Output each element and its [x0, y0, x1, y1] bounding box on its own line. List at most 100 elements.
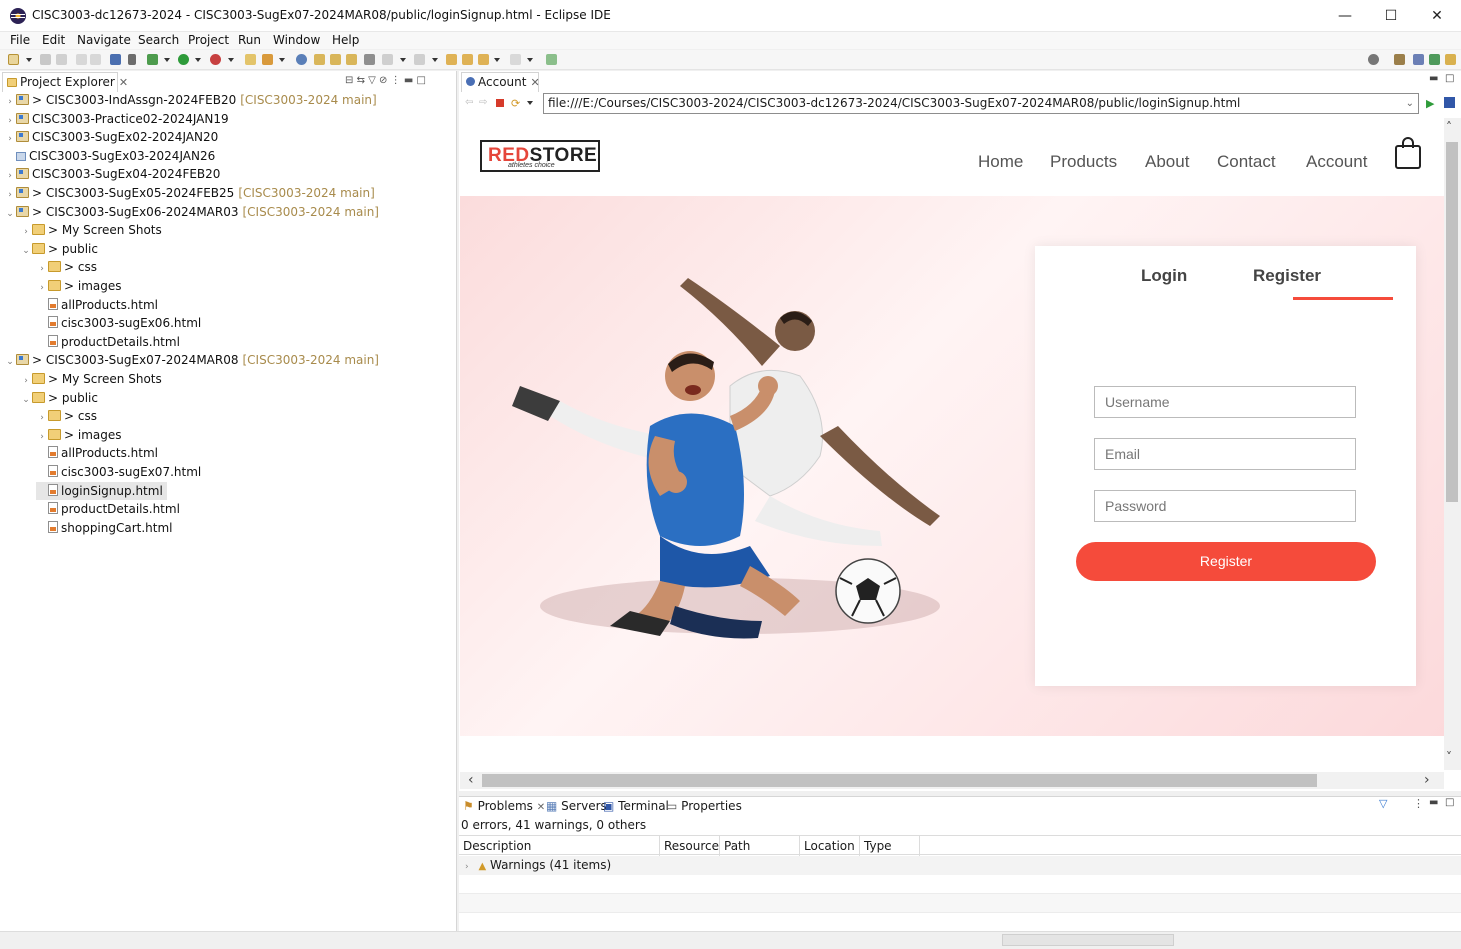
java-perspective-icon[interactable]: [1445, 54, 1456, 65]
open-task-icon[interactable]: [262, 54, 273, 65]
new-icon[interactable]: [8, 54, 19, 65]
horizontal-scrollbar[interactable]: ‹ ›: [460, 772, 1444, 789]
tab-problems[interactable]: ⚑ Problems ✕: [463, 799, 545, 813]
tree-item[interactable]: ⌄ > CISC3003-SugEx07-2024MAR08 [CISC3003-2…: [4, 351, 379, 369]
external-browser-icon[interactable]: [1444, 97, 1455, 108]
chevron-right-icon[interactable]: ›: [36, 279, 48, 297]
dropdown-arrow-icon[interactable]: [228, 58, 234, 62]
chevron-right-icon[interactable]: ›: [20, 223, 32, 241]
chevron-down-icon[interactable]: ⌄: [4, 353, 16, 371]
nav-home[interactable]: Home: [978, 152, 1023, 172]
dropdown-arrow-icon[interactable]: [195, 58, 201, 62]
tree-item[interactable]: › > CISC3003-SugEx05-2024FEB25 [CISC3003-2…: [4, 184, 375, 202]
tree-item[interactable]: ⌄ > CISC3003-SugEx06-2024MAR03 [CISC3003-2…: [4, 203, 379, 221]
dropdown-arrow-icon[interactable]: [400, 58, 406, 62]
redstore-logo[interactable]: REDSTORE athletes choice: [480, 140, 600, 172]
chevron-down-icon[interactable]: ⌄: [4, 205, 16, 223]
tab-register[interactable]: Register: [1253, 266, 1321, 286]
scroll-up-icon[interactable]: ˄: [1446, 120, 1452, 134]
maximize-button[interactable]: ☐: [1368, 0, 1414, 32]
column-type[interactable]: Type: [860, 836, 920, 856]
chevron-down-icon[interactable]: ⌄: [1406, 94, 1414, 113]
username-input[interactable]: Username: [1094, 386, 1356, 418]
minimize-view-icon[interactable]: ▬: [404, 75, 413, 86]
stop-icon[interactable]: [496, 99, 504, 107]
chevron-right-icon[interactable]: ›: [4, 167, 16, 185]
tree-item[interactable]: › > css: [36, 407, 101, 425]
chevron-right-icon[interactable]: ›: [4, 93, 16, 111]
next-annotation-icon[interactable]: [414, 54, 425, 65]
scroll-down-icon[interactable]: ˅: [1446, 750, 1452, 764]
password-input[interactable]: Password: [1094, 490, 1356, 522]
expand-icon[interactable]: ›: [465, 862, 469, 872]
close-icon[interactable]: ✕: [530, 76, 539, 89]
tree-item[interactable]: allProducts.html: [36, 444, 162, 462]
vertical-scroll-thumb[interactable]: [1446, 142, 1458, 502]
go-icon[interactable]: ▶: [1426, 97, 1434, 110]
redo-icon[interactable]: [90, 54, 101, 65]
dropdown-arrow-icon[interactable]: [527, 101, 533, 105]
column-description[interactable]: Description: [459, 836, 660, 856]
run-icon[interactable]: [178, 54, 189, 65]
tree-item[interactable]: productDetails.html: [36, 500, 184, 518]
close-button[interactable]: ✕: [1414, 0, 1460, 32]
tree-item[interactable]: › CISC3003-SugEx02-2024JAN20: [4, 128, 222, 146]
back-icon[interactable]: [462, 54, 473, 65]
scroll-right-icon[interactable]: ›: [1424, 772, 1430, 788]
dropdown-arrow-icon[interactable]: [164, 58, 170, 62]
tree-item[interactable]: › CISC3003-SugEx04-2024FEB20: [4, 165, 224, 183]
view-menu-icon[interactable]: ⋮: [391, 75, 401, 86]
nav-products[interactable]: Products: [1050, 152, 1117, 172]
maximize-view-icon[interactable]: □: [1445, 797, 1454, 808]
save-all-icon[interactable]: [56, 54, 67, 65]
menu-project[interactable]: Project: [188, 33, 229, 47]
forward-icon[interactable]: ⇨: [479, 97, 487, 108]
nav-about[interactable]: About: [1145, 152, 1189, 172]
chevron-right-icon[interactable]: ›: [4, 186, 16, 204]
link-editor-icon[interactable]: ⇆: [357, 75, 365, 86]
tree-item[interactable]: ⌄ > public: [20, 240, 102, 258]
menu-search[interactable]: Search: [138, 33, 179, 47]
dropdown-arrow-icon[interactable]: [494, 58, 500, 62]
minimize-view-icon[interactable]: ▬: [1429, 73, 1438, 84]
refresh-icon[interactable]: ⟳: [511, 97, 520, 110]
new-file-icon[interactable]: [346, 54, 357, 65]
menu-help[interactable]: Help: [332, 33, 359, 47]
horizontal-scroll-thumb[interactable]: [482, 774, 1317, 787]
dropdown-arrow-icon[interactable]: [432, 58, 438, 62]
chevron-right-icon[interactable]: ›: [36, 428, 48, 446]
tree-item[interactable]: › > My Screen Shots: [20, 370, 166, 388]
nav-account[interactable]: Account: [1306, 152, 1367, 172]
tree-item[interactable]: shoppingCart.html: [36, 519, 177, 537]
debug-icon[interactable]: [147, 54, 158, 65]
column-resource[interactable]: Resource: [660, 836, 720, 856]
menu-edit[interactable]: Edit: [42, 33, 65, 47]
tab-account[interactable]: Account ✕: [461, 72, 540, 92]
chevron-right-icon[interactable]: ›: [4, 112, 16, 130]
dropdown-arrow-icon[interactable]: [279, 58, 285, 62]
search-tool-icon[interactable]: [364, 54, 375, 65]
chevron-right-icon[interactable]: ›: [36, 260, 48, 278]
terminal-icon[interactable]: [110, 54, 121, 65]
close-icon[interactable]: ✕: [119, 76, 128, 89]
tree-item[interactable]: allProducts.html: [36, 296, 162, 314]
tab-properties[interactable]: ▭ Properties: [666, 799, 742, 813]
back-history-icon[interactable]: [478, 54, 489, 65]
skip-icon[interactable]: [128, 54, 136, 65]
tree-item[interactable]: cisc3003-sugEx07.html: [36, 463, 205, 481]
open-perspective-icon[interactable]: [1394, 54, 1405, 65]
new-folder-icon[interactable]: [314, 54, 325, 65]
collapse-all-icon[interactable]: ⊟: [345, 75, 353, 86]
minimize-view-icon[interactable]: ▬: [1429, 797, 1438, 808]
dropdown-arrow-icon[interactable]: [26, 58, 32, 62]
tree-item[interactable]: loginSignup.html: [36, 481, 167, 500]
dropdown-arrow-icon[interactable]: [527, 58, 533, 62]
tab-servers[interactable]: ▦ Servers: [546, 799, 607, 813]
tree-item[interactable]: › CISC3003-Practice02-2024JAN19: [4, 110, 233, 128]
chevron-right-icon[interactable]: ›: [20, 372, 32, 390]
undo-icon[interactable]: [76, 54, 87, 65]
chevron-down-icon[interactable]: ⌄: [20, 391, 32, 409]
globe-icon[interactable]: [296, 54, 307, 65]
vertical-scrollbar[interactable]: ˄ ˅: [1444, 118, 1461, 770]
column-location[interactable]: Location: [800, 836, 860, 856]
